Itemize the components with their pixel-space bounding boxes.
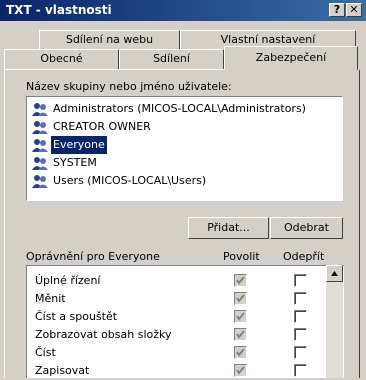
tab-label: Sdílení na webu <box>65 33 154 46</box>
user-name: CREATOR OWNER <box>53 120 151 133</box>
checkmark-icon <box>236 330 245 339</box>
list-item[interactable]: CREATOR OWNER <box>29 118 339 136</box>
users-icon <box>32 175 48 188</box>
list-item-selected[interactable]: Everyone <box>29 136 339 154</box>
properties-window: TXT - vlastnosti ? ✕ Sdílení na webu Vla… <box>0 0 366 378</box>
permission-label: Číst a spouštět <box>35 310 118 323</box>
tab-web-sharing[interactable]: Sdílení na webu <box>39 30 180 49</box>
checkmark-icon <box>236 348 245 357</box>
window-title: TXT - vlastnosti <box>6 3 112 17</box>
user-name: SYSTEM <box>53 156 97 169</box>
deny-checkbox[interactable] <box>294 292 307 305</box>
deny-column-header: Odepřít <box>283 250 325 263</box>
checkmark-icon <box>236 366 245 375</box>
users-list[interactable]: Administrators (MICOS-LOCAL\Administrato… <box>26 96 343 201</box>
help-button[interactable]: ? <box>329 3 345 17</box>
tab-label: Vlastní nastavení <box>220 33 316 46</box>
deny-checkbox[interactable] <box>294 310 307 323</box>
tab-label: Obecné <box>40 52 83 65</box>
permission-label: Zapisovat <box>35 364 90 377</box>
list-item[interactable]: SYSTEM <box>29 154 339 172</box>
users-icon <box>32 139 48 152</box>
allow-column-header: Povolit <box>223 250 260 263</box>
list-item[interactable]: Administrators (MICOS-LOCAL\Administrato… <box>29 100 339 118</box>
deny-checkbox[interactable] <box>294 364 307 377</box>
user-name: Everyone <box>51 136 107 154</box>
permissions-title: Oprávnění pro Everyone <box>26 250 160 263</box>
allow-checkbox[interactable] <box>234 364 247 377</box>
checkmark-icon <box>236 312 245 321</box>
tab-security[interactable]: Zabezpečení <box>224 46 358 70</box>
checkmark-icon <box>236 276 245 285</box>
arrow-up-icon <box>331 271 338 276</box>
checkmark-icon <box>236 294 245 303</box>
allow-checkbox[interactable] <box>234 328 247 341</box>
deny-checkbox[interactable] <box>294 328 307 341</box>
permissions-scrollbar[interactable] <box>326 265 343 378</box>
users-icon <box>32 157 48 170</box>
permissions-list: Úplné řízení Měnit Číst a spouštět Zobra… <box>26 265 344 378</box>
tab-sharing[interactable]: Sdílení <box>119 49 224 69</box>
users-icon <box>32 121 48 134</box>
allow-checkbox[interactable] <box>234 292 247 305</box>
close-button[interactable]: ✕ <box>346 3 362 17</box>
add-button[interactable]: Přidat... <box>188 217 269 239</box>
title-bar[interactable]: TXT - vlastnosti ? ✕ <box>0 0 366 21</box>
remove-button[interactable]: Odebrat <box>270 217 343 239</box>
allow-checkbox[interactable] <box>234 346 247 359</box>
permission-label: Číst <box>35 346 56 359</box>
permission-label: Zobrazovat obsah složky <box>35 328 172 341</box>
users-icon <box>32 103 48 116</box>
permission-label: Úplné řízení <box>35 274 101 287</box>
group-label: Název skupiny nebo jméno uživatele: <box>26 80 232 93</box>
tab-label: Sdílení <box>153 52 190 65</box>
allow-checkbox[interactable] <box>234 274 247 287</box>
user-name: Administrators (MICOS-LOCAL\Administrato… <box>53 102 306 115</box>
tab-general[interactable]: Obecné <box>4 49 119 69</box>
allow-checkbox[interactable] <box>234 310 247 323</box>
list-item[interactable]: Users (MICOS-LOCAL\Users) <box>29 172 339 190</box>
user-name: Users (MICOS-LOCAL\Users) <box>53 174 207 187</box>
deny-checkbox[interactable] <box>294 346 307 359</box>
scroll-up-button[interactable] <box>326 265 343 282</box>
deny-checkbox[interactable] <box>294 274 307 287</box>
tab-label: Zabezpečení <box>255 51 327 64</box>
permission-label: Měnit <box>35 292 66 305</box>
